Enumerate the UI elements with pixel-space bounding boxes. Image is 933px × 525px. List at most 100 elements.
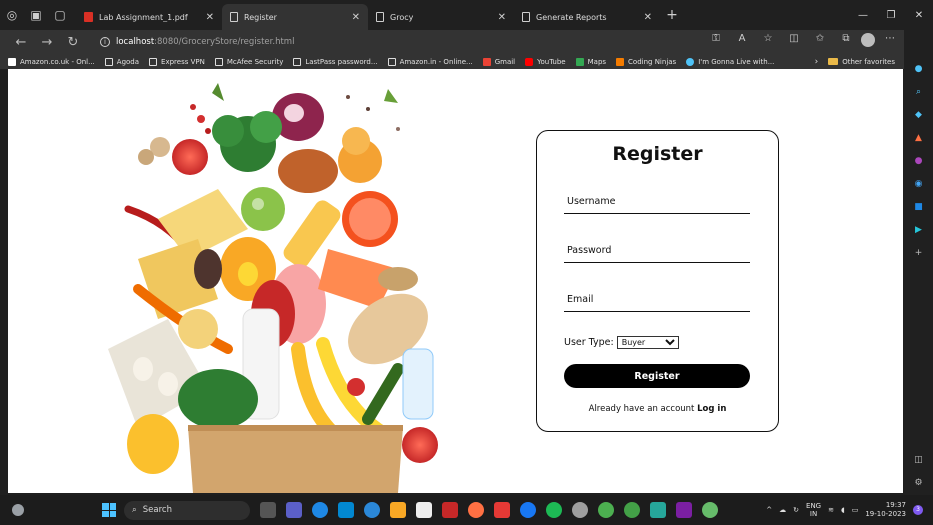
bookmark-coding-ninjas[interactable]: Coding Ninjas [616,57,676,66]
notification-badge[interactable]: 3 [913,505,923,515]
search-icon: ⌕ [132,505,137,515]
vscode-icon[interactable] [364,502,380,518]
close-icon[interactable]: ✕ [644,12,652,23]
close-icon[interactable]: ✕ [352,12,360,23]
profile-avatar[interactable] [861,33,875,47]
bookmark-amazon-uk[interactable]: Amazon.co.uk - Onl... [8,57,95,66]
store-icon[interactable] [338,502,354,518]
email-input[interactable] [564,294,750,305]
battery-icon[interactable]: ▭ [852,506,859,514]
tab-lab-assignment[interactable]: Lab Assignment_1.pdf ✕ [76,4,222,30]
bookmark-express-vpn[interactable]: Express VPN [149,57,205,66]
register-button[interactable]: Register [564,364,750,388]
facebook-icon[interactable] [520,502,536,518]
info-icon[interactable]: i [100,37,110,47]
restore-icon[interactable]: ❐ [877,10,905,21]
clock-time: 19:37 [885,501,906,509]
app-icon[interactable] [650,502,666,518]
back-icon[interactable]: ← [8,35,34,50]
tab-grocy[interactable]: Grocy ✕ [368,4,514,30]
youtube-icon [525,57,534,66]
settings-icon[interactable]: ⚙ [911,475,927,491]
chrome-profile-icon[interactable] [624,502,640,518]
bookmark-maps[interactable]: Maps [575,57,606,66]
username-input[interactable] [564,196,750,207]
star-icon[interactable]: ☆ [757,33,779,51]
collections-icon[interactable]: ⧉ [835,33,857,51]
tab-register[interactable]: Register ✕ [222,4,368,30]
tab-actions-icon[interactable]: ▣ [24,3,48,27]
mcafee-icon[interactable] [442,502,458,518]
calculator-icon[interactable] [416,502,432,518]
minimize-icon[interactable]: — [849,10,877,21]
edge-icon[interactable] [312,502,328,518]
firefox-icon[interactable] [468,502,484,518]
coding-ninjas-icon [616,57,625,66]
bookmark-youtube[interactable]: YouTube [525,57,566,66]
bookmark-amazon-in[interactable]: Amazon.in - Online... [387,57,473,66]
chrome-alt-icon[interactable] [702,502,718,518]
visual-studio-icon[interactable] [676,502,692,518]
taskbar-search[interactable]: ⌕ Search [124,500,250,520]
cloud-icon[interactable]: ☁ [779,506,786,514]
language-indicator[interactable]: ENG IN [806,502,821,518]
bookmark-agoda[interactable]: Agoda [104,57,139,66]
send-icon[interactable]: ▶ [911,222,927,238]
wifi-icon[interactable]: ≋ [828,506,834,514]
user-type-row: User Type: Buyer [564,336,679,349]
close-icon[interactable]: ✕ [498,12,506,23]
url-field[interactable]: i localhost :8080/GroceryStore/register.… [100,37,294,47]
games-icon[interactable]: ◉ [911,176,927,192]
user-type-select[interactable]: Buyer [616,336,679,349]
edge-sidebar: ● ⌕ ◆ ▲ ● ◉ ■ ▶ + ◫ ⚙ [904,30,933,495]
chrome-icon[interactable] [598,502,614,518]
bookmark-label: LastPass password... [305,57,378,66]
password-field [564,237,750,263]
vertical-tabs-icon[interactable]: ▢ [48,3,72,27]
bookmark-label: Gmail [494,57,516,66]
weather-icon[interactable] [12,504,24,516]
chevron-right-icon[interactable]: › [815,57,819,67]
search-icon[interactable]: ⌕ [911,84,927,100]
language-code: ENG [806,502,822,510]
clock[interactable]: 19:37 19-10-2023 [865,501,906,519]
new-tab-button[interactable]: + [660,3,684,27]
split-screen-icon[interactable]: ◫ [783,33,805,51]
teams-icon[interactable] [286,502,302,518]
page-icon [522,12,530,22]
close-window-icon[interactable]: ✕ [905,10,933,21]
sidebar-toggle-icon[interactable]: ◫ [911,452,927,468]
sync-icon[interactable]: ↻ [793,506,799,514]
other-favorites[interactable]: Other favorites [828,58,895,66]
refresh-icon[interactable]: ↻ [60,35,86,50]
tools-icon[interactable]: ▲ [911,130,927,146]
tab-generate-reports[interactable]: Generate Reports ✕ [514,4,660,30]
login-prompt: Already have an account Log in [537,404,778,414]
settings-app-icon[interactable] [572,502,588,518]
key-icon[interactable]: ⚿ [705,33,727,51]
workspaces-icon[interactable]: ◎ [0,3,24,27]
volume-icon[interactable]: ◖ [841,506,845,514]
people-icon[interactable]: ● [911,153,927,169]
favorites-icon[interactable]: ✩ [809,33,831,51]
outlook-icon[interactable]: ■ [911,199,927,215]
task-view-icon[interactable] [260,502,276,518]
bookmark-mcafee[interactable]: McAfee Security [214,57,283,66]
spotify-icon[interactable] [546,502,562,518]
login-link[interactable]: Log in [697,404,726,414]
youtube-icon[interactable] [494,502,510,518]
read-aloud-icon[interactable]: A [731,33,753,51]
add-icon[interactable]: + [911,245,927,261]
windows-start-icon[interactable] [102,503,116,517]
chevron-up-icon[interactable]: ^ [766,506,772,514]
bookmark-lastpass[interactable]: LastPass password... [293,57,378,66]
bookmark-gonna-live[interactable]: I'm Gonna Live with... [686,57,774,66]
more-icon[interactable]: ⋯ [879,33,901,51]
forward-icon[interactable]: → [34,35,60,50]
file-explorer-icon[interactable] [390,502,406,518]
close-icon[interactable]: ✕ [206,12,214,23]
bookmark-gmail[interactable]: Gmail [482,57,516,66]
notification-icon[interactable]: ● [911,61,927,77]
password-input[interactable] [564,245,750,256]
shopping-tag-icon[interactable]: ◆ [911,107,927,123]
